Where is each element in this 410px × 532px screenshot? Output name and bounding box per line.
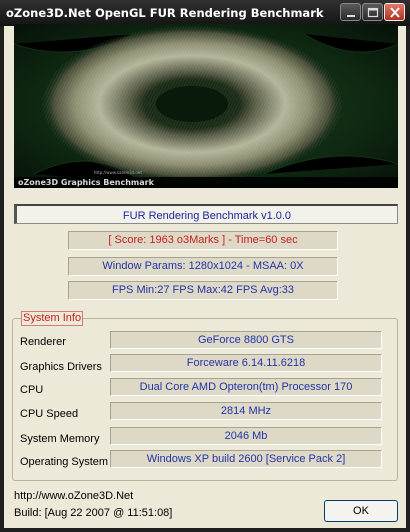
graphics-drivers-label: Graphics Drivers — [20, 361, 102, 373]
window-border-right — [406, 26, 410, 532]
minimize-button[interactable] — [340, 3, 361, 21]
fur-torus-image: oZone3D Graphics Benchmark http://www.oz… — [14, 24, 398, 188]
banner-url: http://www.ozone3d.net — [94, 170, 142, 175]
system-info-label: System Info — [21, 311, 84, 326]
website-url: http://www.oZone3D.Net — [14, 490, 134, 502]
minimize-icon — [347, 15, 355, 17]
maximize-icon — [367, 7, 379, 18]
operating-system-label: Operating System — [20, 456, 109, 468]
benchmark-title: FUR Rendering Benchmark v1.0.0 — [14, 204, 398, 224]
fps-display: FPS Min:27 FPS Max:42 FPS Avg:33 — [68, 281, 338, 300]
window-title: oZone3D.Net OpenGL FUR Rendering Benchma… — [6, 6, 324, 20]
window-border-left — [0, 26, 4, 532]
maximize-button[interactable] — [362, 3, 383, 21]
score-display: [ Score: 1963 o3Marks ] - Time=60 sec — [68, 231, 338, 250]
cpu-speed-label: CPU Speed — [20, 408, 79, 420]
cpu-label: CPU — [20, 384, 44, 396]
system-memory-value: 2046 Mb — [110, 427, 382, 445]
cpu-value: Dual Core AMD Opteron(tm) Processor 170 — [110, 378, 382, 396]
ok-button[interactable]: OK — [324, 500, 398, 522]
graphics-drivers-value: Forceware 6.14.11.6218 — [110, 354, 382, 372]
close-icon — [390, 7, 400, 18]
renderer-value: GeForce 8800 GTS — [110, 331, 382, 349]
operating-system-value: Windows XP build 2600 [Service Pack 2] — [110, 450, 382, 468]
fur-render-banner: oZone3D Graphics Benchmark http://www.oz… — [14, 24, 398, 188]
banner-brand: oZone3D Graphics Benchmark — [18, 178, 155, 187]
title-bar[interactable]: oZone3D.Net OpenGL FUR Rendering Benchma… — [0, 0, 410, 26]
close-button[interactable] — [384, 3, 405, 21]
cpu-speed-value: 2814 MHz — [110, 402, 382, 420]
window-params-display: Window Params: 1280x1024 - MSAA: 0X — [68, 257, 338, 276]
system-memory-label: System Memory — [20, 433, 100, 445]
build-info: Build: [Aug 22 2007 @ 11:51:08] — [14, 507, 173, 519]
benchmark-window: oZone3D.Net OpenGL FUR Rendering Benchma… — [0, 0, 410, 532]
renderer-label: Renderer — [20, 336, 66, 348]
window-border-bottom — [0, 528, 410, 532]
